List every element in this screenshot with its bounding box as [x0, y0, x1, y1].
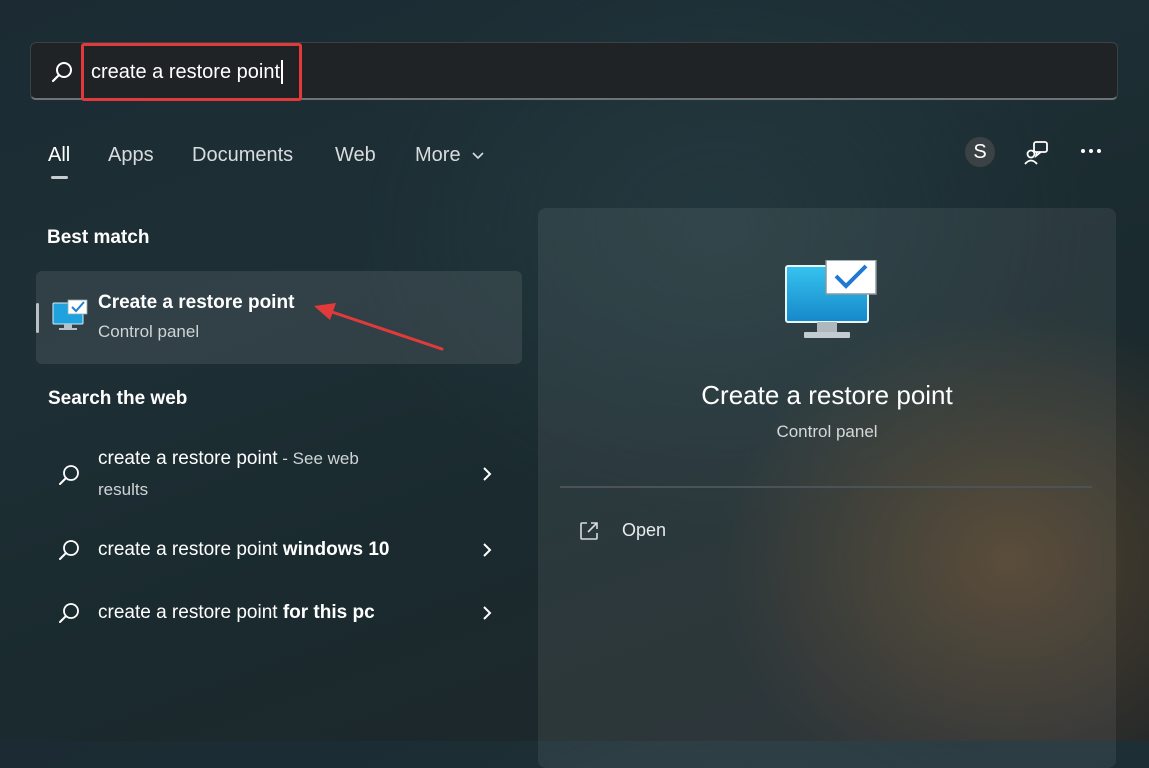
web-result-text: create a restore point windows 10 [98, 536, 389, 564]
search-icon [59, 465, 79, 485]
open-label: Open [622, 520, 667, 540]
web-result-text: create a restore point for this pc [98, 599, 375, 627]
search-box[interactable]: create a restore point [30, 42, 1118, 101]
preview-panel: Create a restore point Control panel Ope… [538, 208, 1116, 768]
divider [560, 486, 1092, 488]
best-match-title: Create a restore point [98, 292, 295, 313]
web-result-bold: windows 10 [282, 539, 390, 560]
best-match-subtitle: Control panel [98, 322, 200, 341]
tab-all[interactable]: All [48, 140, 70, 170]
chevron-right-icon [483, 606, 492, 620]
web-result-query: create a restore point [98, 539, 283, 560]
ellipsis-icon[interactable] [1077, 139, 1105, 167]
web-result-bold: for this pc [282, 602, 375, 623]
search-icon [51, 62, 72, 83]
tab-apps[interactable]: Apps [108, 140, 154, 170]
web-result-text: create a restore point - See web [98, 445, 359, 473]
tab-active-indicator [51, 176, 68, 179]
tab-web[interactable]: Web [335, 140, 376, 170]
web-result-suffix-line2: results [98, 480, 149, 499]
web-result-query: create a restore point [98, 602, 283, 623]
tab-more[interactable]: More [415, 140, 484, 170]
open-button[interactable]: Open [578, 518, 718, 546]
tab-more-label: More [415, 144, 461, 166]
web-result-item[interactable]: create a restore point - See web results [36, 440, 522, 510]
monitor-check-icon [52, 299, 88, 330]
annotation-arrow [314, 303, 444, 351]
web-result-item[interactable]: create a restore point for this pc [36, 596, 522, 632]
chevron-down-icon [472, 152, 484, 159]
web-result-suffix: - See web [277, 449, 359, 468]
preview-title: Create a restore point [701, 380, 953, 410]
open-external-icon [580, 522, 598, 540]
search-web-heading: Search the web [48, 388, 188, 409]
search-input[interactable]: create a restore point [91, 60, 283, 84]
selection-indicator [36, 303, 39, 333]
web-result-query: create a restore point [98, 448, 278, 469]
search-icon [59, 603, 79, 623]
chevron-right-icon [483, 467, 492, 481]
feedback-icon[interactable] [1023, 139, 1051, 167]
monitor-check-icon [785, 260, 877, 338]
web-result-item[interactable]: create a restore point windows 10 [36, 533, 522, 569]
avatar[interactable]: S [965, 137, 995, 167]
preview-subtitle: Control panel [776, 422, 878, 441]
search-icon [59, 540, 79, 560]
tab-documents[interactable]: Documents [192, 140, 293, 170]
best-match-heading: Best match [47, 227, 150, 248]
chevron-right-icon [483, 543, 492, 557]
